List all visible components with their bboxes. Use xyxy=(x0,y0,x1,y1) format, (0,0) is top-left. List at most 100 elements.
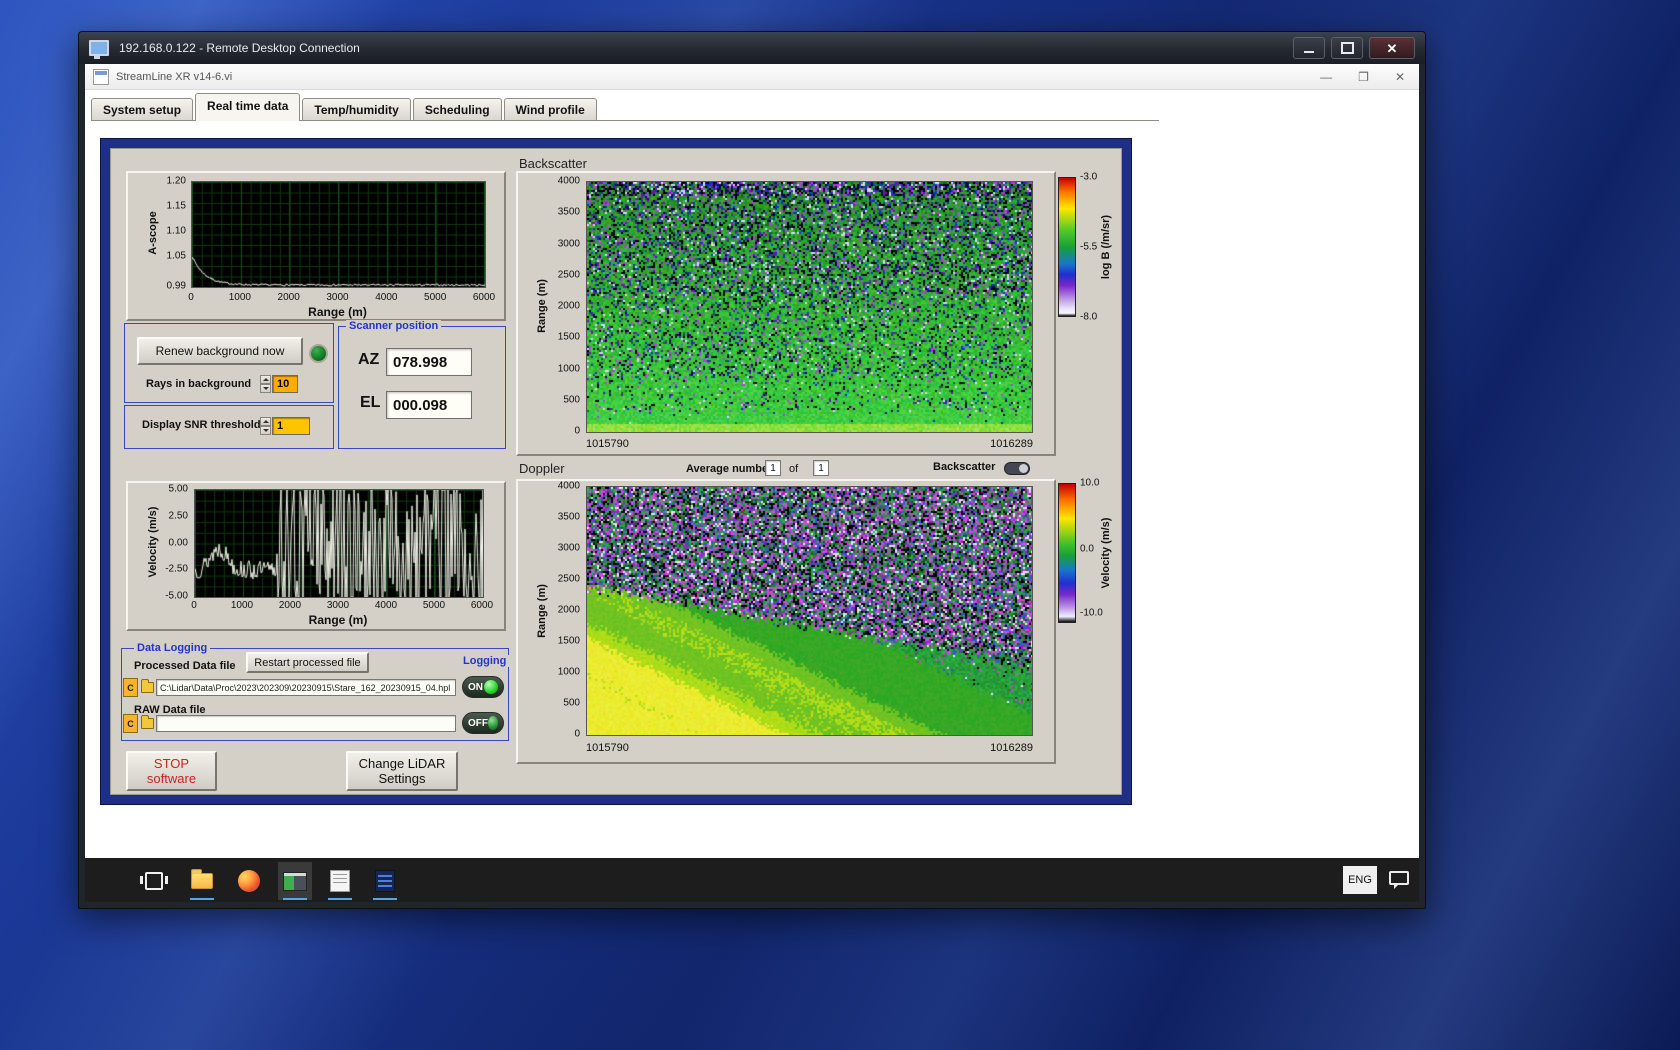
ascope-yticks-label: 0.99 xyxy=(166,280,186,292)
open-app-indicator xyxy=(328,898,352,900)
bs-yticks-label: 3000 xyxy=(557,238,580,249)
dp-yticks-label: 3500 xyxy=(557,511,580,523)
change-button-line2: Settings xyxy=(378,771,426,786)
snr-spinner[interactable] xyxy=(260,417,271,435)
bs-yticks-label: 2500 xyxy=(557,269,580,281)
velocity-yticks-label: 5.00 xyxy=(168,483,188,495)
velocity-xticks-label: 0 xyxy=(191,600,197,611)
doppler-x-start: 1015790 xyxy=(586,742,629,754)
processed-path-drive-badge[interactable]: C xyxy=(123,678,138,697)
toggle-off-led xyxy=(488,716,498,730)
tab-real-time-data[interactable]: Real time data xyxy=(195,93,301,121)
taskbar-file-explorer-button[interactable] xyxy=(185,862,219,900)
raw-logging-toggle[interactable]: OFF xyxy=(462,712,504,734)
doppler-x-ticks: 1015790 1016289 xyxy=(586,742,1033,754)
velocity-canvas xyxy=(195,490,483,597)
backscatter-display-toggle[interactable] xyxy=(1004,462,1030,475)
bs-yticks-label: 1000 xyxy=(557,363,580,374)
scanner-position-group-box xyxy=(338,326,506,449)
backscatter-plot-title: Backscatter xyxy=(519,156,587,171)
tab-temp-humidity[interactable]: Temp/humidity xyxy=(302,98,411,121)
colorbar-tick: 10.0 xyxy=(1080,477,1100,489)
rdp-minimize-button[interactable] xyxy=(1293,37,1325,59)
app-maximize-button[interactable]: ❐ xyxy=(1358,71,1369,83)
document-app-icon xyxy=(375,870,395,892)
app-close-button[interactable]: ✕ xyxy=(1395,71,1405,83)
velocity-xticks-label: 1000 xyxy=(230,600,254,611)
rdp-window-title: 192.168.0.122 - Remote Desktop Connectio… xyxy=(119,41,360,55)
velocity-x-ticks: 0 1000 2000 3000 4000 5000 6000 xyxy=(191,600,493,612)
restart-processed-file-label: Restart processed file xyxy=(254,656,361,669)
raw-path-folder-icon[interactable] xyxy=(141,715,154,729)
elevation-value-field[interactable]: 000.098 xyxy=(386,391,472,419)
ascope-xticks-label: 4000 xyxy=(375,292,398,303)
ascope-y-ticks: 1.20 1.15 1.10 1.05 0.99 xyxy=(150,176,188,292)
chat-icon[interactable] xyxy=(1389,871,1409,889)
stop-button-line1: STOP xyxy=(153,756,190,771)
rays-spinner[interactable] xyxy=(260,375,271,393)
rdp-close-button[interactable]: ✕ xyxy=(1369,37,1415,59)
app-titlebar[interactable]: StreamLine XR v14-6.vi — ❐ ✕ xyxy=(85,64,1419,90)
backscatter-x-start: 1015790 xyxy=(586,438,629,450)
background-renew-led xyxy=(309,344,328,363)
rays-in-background-field[interactable]: 10 xyxy=(272,375,298,393)
restart-processed-file-button[interactable]: Restart processed file xyxy=(246,652,369,673)
raw-path-drive-badge[interactable]: C xyxy=(123,714,138,733)
spinner-up-icon[interactable] xyxy=(260,417,271,426)
bs-yticks-label: 500 xyxy=(563,394,580,406)
ascope-yticks-label: 1.20 xyxy=(166,175,186,187)
azimuth-label: AZ xyxy=(358,351,380,368)
processed-path-folder-icon[interactable] xyxy=(141,679,154,693)
vi-icon xyxy=(93,68,109,85)
app-minimize-button[interactable]: — xyxy=(1320,71,1332,83)
change-lidar-settings-button[interactable]: Change LiDAR Settings xyxy=(346,751,458,791)
colorbar-tick: -3.0 xyxy=(1080,171,1098,183)
doppler-colorbar-label: Velocity (m/s) xyxy=(1100,517,1112,589)
stop-software-button[interactable]: STOP software xyxy=(126,751,217,791)
velocity-yticks-label: 2.50 xyxy=(168,510,188,522)
spinner-down-icon[interactable] xyxy=(260,426,271,435)
change-button-line1: Change LiDAR xyxy=(358,756,446,771)
processed-data-file-path[interactable]: C:\Lidar\Data\Proc\2023\202309\20230915\… xyxy=(156,679,456,696)
doppler-plot-area xyxy=(586,486,1033,736)
backscatter-x-ticks: 1015790 1016289 xyxy=(586,438,1033,450)
tab-scheduling[interactable]: Scheduling xyxy=(412,98,502,121)
rdp-titlebar[interactable]: 192.168.0.122 - Remote Desktop Connectio… xyxy=(79,32,1425,64)
azimuth-value-field[interactable]: 078.998 xyxy=(386,348,472,376)
taskbar-firefox-button[interactable] xyxy=(232,862,266,900)
tab-wind-profile[interactable]: Wind profile xyxy=(503,98,597,121)
desktop-background: 192.168.0.122 - Remote Desktop Connectio… xyxy=(0,0,1680,1050)
raw-data-file-path[interactable] xyxy=(156,715,456,732)
ascope-plot-area xyxy=(191,181,486,288)
bs-yticks-label: 2000 xyxy=(557,300,580,312)
velocity-x-axis-label: Range (m) xyxy=(308,613,368,627)
taskbar-streamline-button[interactable] xyxy=(278,862,312,900)
velocity-xticks-label: 5000 xyxy=(422,600,446,611)
snr-threshold-field[interactable]: 1 xyxy=(272,417,310,435)
dp-yticks-label: 4000 xyxy=(557,480,580,492)
ascope-x-ticks: 0 1000 2000 3000 4000 5000 6000 xyxy=(188,292,495,304)
taskbar-task-view-button[interactable] xyxy=(137,862,171,900)
processed-logging-state: ON xyxy=(468,681,483,693)
tab-system-setup[interactable]: System setup xyxy=(91,98,194,121)
firefox-icon xyxy=(238,870,260,892)
average-number-field[interactable]: 1 xyxy=(765,460,781,476)
doppler-y-ticks: 4000 3500 3000 2500 2000 1500 1000 500 0 xyxy=(540,481,582,740)
velocity-plot-area xyxy=(194,489,484,598)
taskbar-document-app-button[interactable] xyxy=(368,862,402,900)
open-app-indicator xyxy=(283,898,307,900)
average-total-field[interactable]: 1 xyxy=(813,460,829,476)
spinner-up-icon[interactable] xyxy=(260,375,271,384)
spinner-down-icon[interactable] xyxy=(260,384,271,393)
backscatter-y-ticks: 4000 3500 3000 2500 2000 1500 1000 500 0 xyxy=(540,176,582,437)
processed-logging-toggle[interactable]: ON xyxy=(462,676,504,698)
ascope-yticks-label: 1.05 xyxy=(166,250,186,262)
processed-data-file-label: Processed Data file xyxy=(134,660,236,672)
rdp-maximize-button[interactable] xyxy=(1331,37,1363,59)
language-indicator[interactable]: ENG xyxy=(1343,866,1377,894)
maximize-icon xyxy=(1340,42,1354,54)
task-view-icon xyxy=(140,872,168,890)
app-window-title: StreamLine XR v14-6.vi xyxy=(116,70,233,83)
renew-background-button[interactable]: Renew background now xyxy=(137,337,303,365)
taskbar-scan-scheduler-button[interactable] xyxy=(323,862,357,900)
